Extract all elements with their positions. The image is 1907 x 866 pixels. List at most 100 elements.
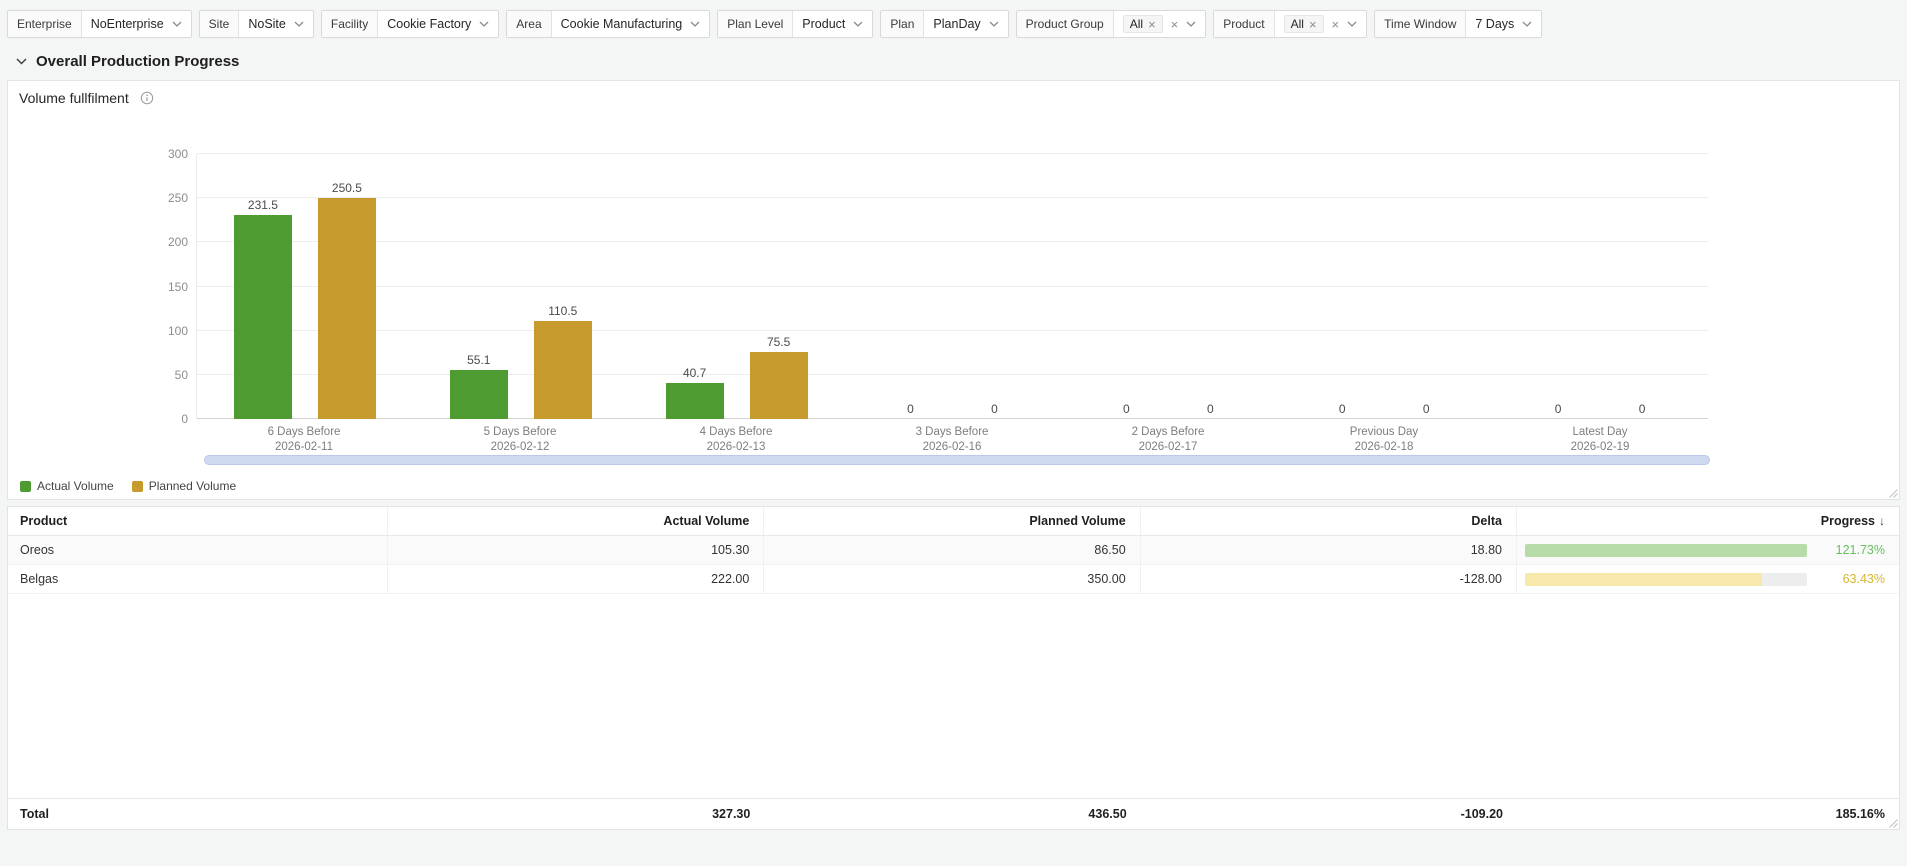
bar-value-label: 0 [1422,402,1430,416]
filter-selected-value: Product [802,17,846,31]
y-axis-tick-label: 0 [181,412,188,426]
planned-volume-cell: 350.00 [764,565,1141,593]
bar-value-label: 75.5 [766,335,791,350]
bar-value-label: 0 [1338,402,1346,416]
table-total-row: Total 327.30 436.50 -109.20 185.16% [8,798,1899,829]
column-header-delta[interactable]: Delta [1141,507,1517,535]
remove-option-icon[interactable]: × [1148,18,1156,31]
bar-group: 00 [1276,154,1492,419]
filter-label: Plan [881,11,925,37]
table-empty-space [8,594,1899,798]
filter-plan[interactable]: Plan PlanDay [880,10,1009,38]
filter-selected-value: Cookie Manufacturing [560,17,683,31]
legend-swatch [131,480,143,492]
filter-site[interactable]: Site NoSite [198,10,314,38]
clear-filter-icon[interactable]: × [1332,18,1340,31]
progress-percent: 63.43% [1842,572,1885,586]
legend-item[interactable]: Actual Volume [20,479,114,493]
total-progress: 185.16% [1835,807,1885,821]
column-header-progress[interactable]: Progress ↓ [1517,507,1899,535]
filter-value-area[interactable]: Cookie Manufacturing [552,11,710,37]
chart-scrollbar[interactable] [204,455,1710,465]
filter-time-window[interactable]: Time Window 7 Days [1374,10,1543,38]
progress-bar-fill [1524,543,1807,557]
collapse-chevron-icon[interactable] [16,58,27,65]
bar-actual-volume[interactable]: 40.7 [665,366,724,419]
legend-label: Planned Volume [148,479,237,493]
table-row-oreos[interactable]: Oreos 105.30 86.50 18.80 121.73% [8,536,1899,565]
chevron-down-icon [853,21,863,27]
filter-value-area[interactable]: NoEnterprise [82,11,191,37]
column-header-product[interactable]: Product [8,507,388,535]
filter-product[interactable]: Product All × × [1213,10,1368,38]
resize-handle-icon[interactable] [1887,817,1898,828]
bar-group: 55.1 110.5 [413,154,629,419]
section-header[interactable]: Overall Production Progress [0,44,1907,80]
total-actual-volume: 327.30 [712,807,751,821]
filter-value-area[interactable]: Product [793,11,872,37]
x-axis-category-label: 3 Days Before 2026-02-16 [915,426,989,453]
selected-option-text: All [1290,17,1304,31]
bar-chart-plot-area: 0 50 100 150 200 250 300 231.5 250.5 55.1 110.5 40.… [168,147,1708,426]
filter-enterprise[interactable]: Enterprise NoEnterprise [7,10,192,38]
chevron-down-icon [989,21,999,27]
progress-cell: 63.43% [1517,565,1899,593]
planned-volume-cell: 86.50 [764,536,1141,564]
column-header-planned-volume[interactable]: Planned Volume [764,507,1141,535]
filter-value-area[interactable]: PlanDay [924,11,1007,37]
filter-value-area[interactable]: NoSite [239,11,313,37]
bar-value-label: 55.1 [467,353,491,368]
production-table-panel: Product Actual Volume Planned Volume Delta P… [7,506,1900,830]
y-axis-tick-label: 50 [174,367,188,382]
filter-plan-level[interactable]: Plan Level Product [717,10,874,38]
bar-value-label: 0 [1554,402,1562,416]
filter-value-area[interactable]: Cookie Factory [378,11,498,37]
bar-group: 00 [845,154,1061,419]
legend-label: Actual Volume [37,479,114,493]
filter-value-area[interactable]: All × × [1114,11,1206,37]
filter-value-area[interactable]: All × × [1275,11,1367,37]
bar-actual-volume[interactable]: 55.1 [449,353,508,419]
legend-item[interactable]: Planned Volume [131,479,237,493]
column-header-actual-volume[interactable]: Actual Volume [388,507,765,535]
info-icon[interactable] [140,91,154,105]
sort-descending-icon[interactable]: ↓ [1879,514,1885,528]
filter-value-area[interactable]: 7 Days [1466,11,1541,37]
bar-value-label: 0 [907,402,914,416]
filter-facility[interactable]: Facility Cookie Factory [320,10,500,38]
chevron-down-icon [294,21,304,27]
bar-value-label: 0 [1207,402,1214,416]
bar-planned-volume[interactable]: 110.5 [533,304,592,419]
actual-volume-cell: 105.30 [388,536,765,564]
bar-actual-volume[interactable]: 231.5 [233,198,292,419]
progress-percent: 121.73% [1835,543,1885,557]
x-axis-category-label: Previous Day 2026-02-18 [1349,426,1419,453]
filter-label: Facility [321,11,379,37]
chevron-down-icon [479,21,489,27]
filter-product-group[interactable]: Product Group All × × [1015,10,1207,38]
x-axis-category-label: 2 Days Before 2026-02-17 [1131,426,1205,453]
bar-group: 231.5 250.5 [197,154,413,419]
filter-label: Area [507,11,552,37]
remove-option-icon[interactable]: × [1309,18,1317,31]
x-axis-category-label: 4 Days Before 2026-02-13 [699,426,773,453]
filter-area[interactable]: Area Cookie Manufacturing [506,10,711,38]
bar-planned-volume[interactable]: 250.5 [317,181,376,419]
y-axis-tick-label: 250 [167,191,188,206]
chevron-down-icon [1347,21,1357,27]
filter-label: Site [199,11,240,37]
bar-value-label: 0 [1123,402,1130,416]
selected-option-tag: All × [1283,15,1324,33]
clear-filter-icon[interactable]: × [1171,18,1179,31]
column-header-label: Planned Volume [1029,514,1126,528]
column-header-label: Delta [1471,514,1502,528]
filter-toolbar: Enterprise NoEnterprise Site NoSite Facility… [0,0,1907,44]
filter-label: Product [1214,11,1275,37]
selected-option-tag: All × [1122,15,1163,33]
product-cell: Belgas [8,565,388,593]
table-row-belgas[interactable]: Belgas 222.00 350.00 -128.00 63.43% [8,565,1899,594]
resize-handle-icon[interactable] [1887,487,1898,498]
bar-planned-volume[interactable]: 75.5 [749,335,808,419]
table-body: Oreos 105.30 86.50 18.80 121.73% Belgas 222.00… [8,536,1899,594]
x-axis-category-label: 5 Days Before 2026-02-12 [483,426,557,453]
